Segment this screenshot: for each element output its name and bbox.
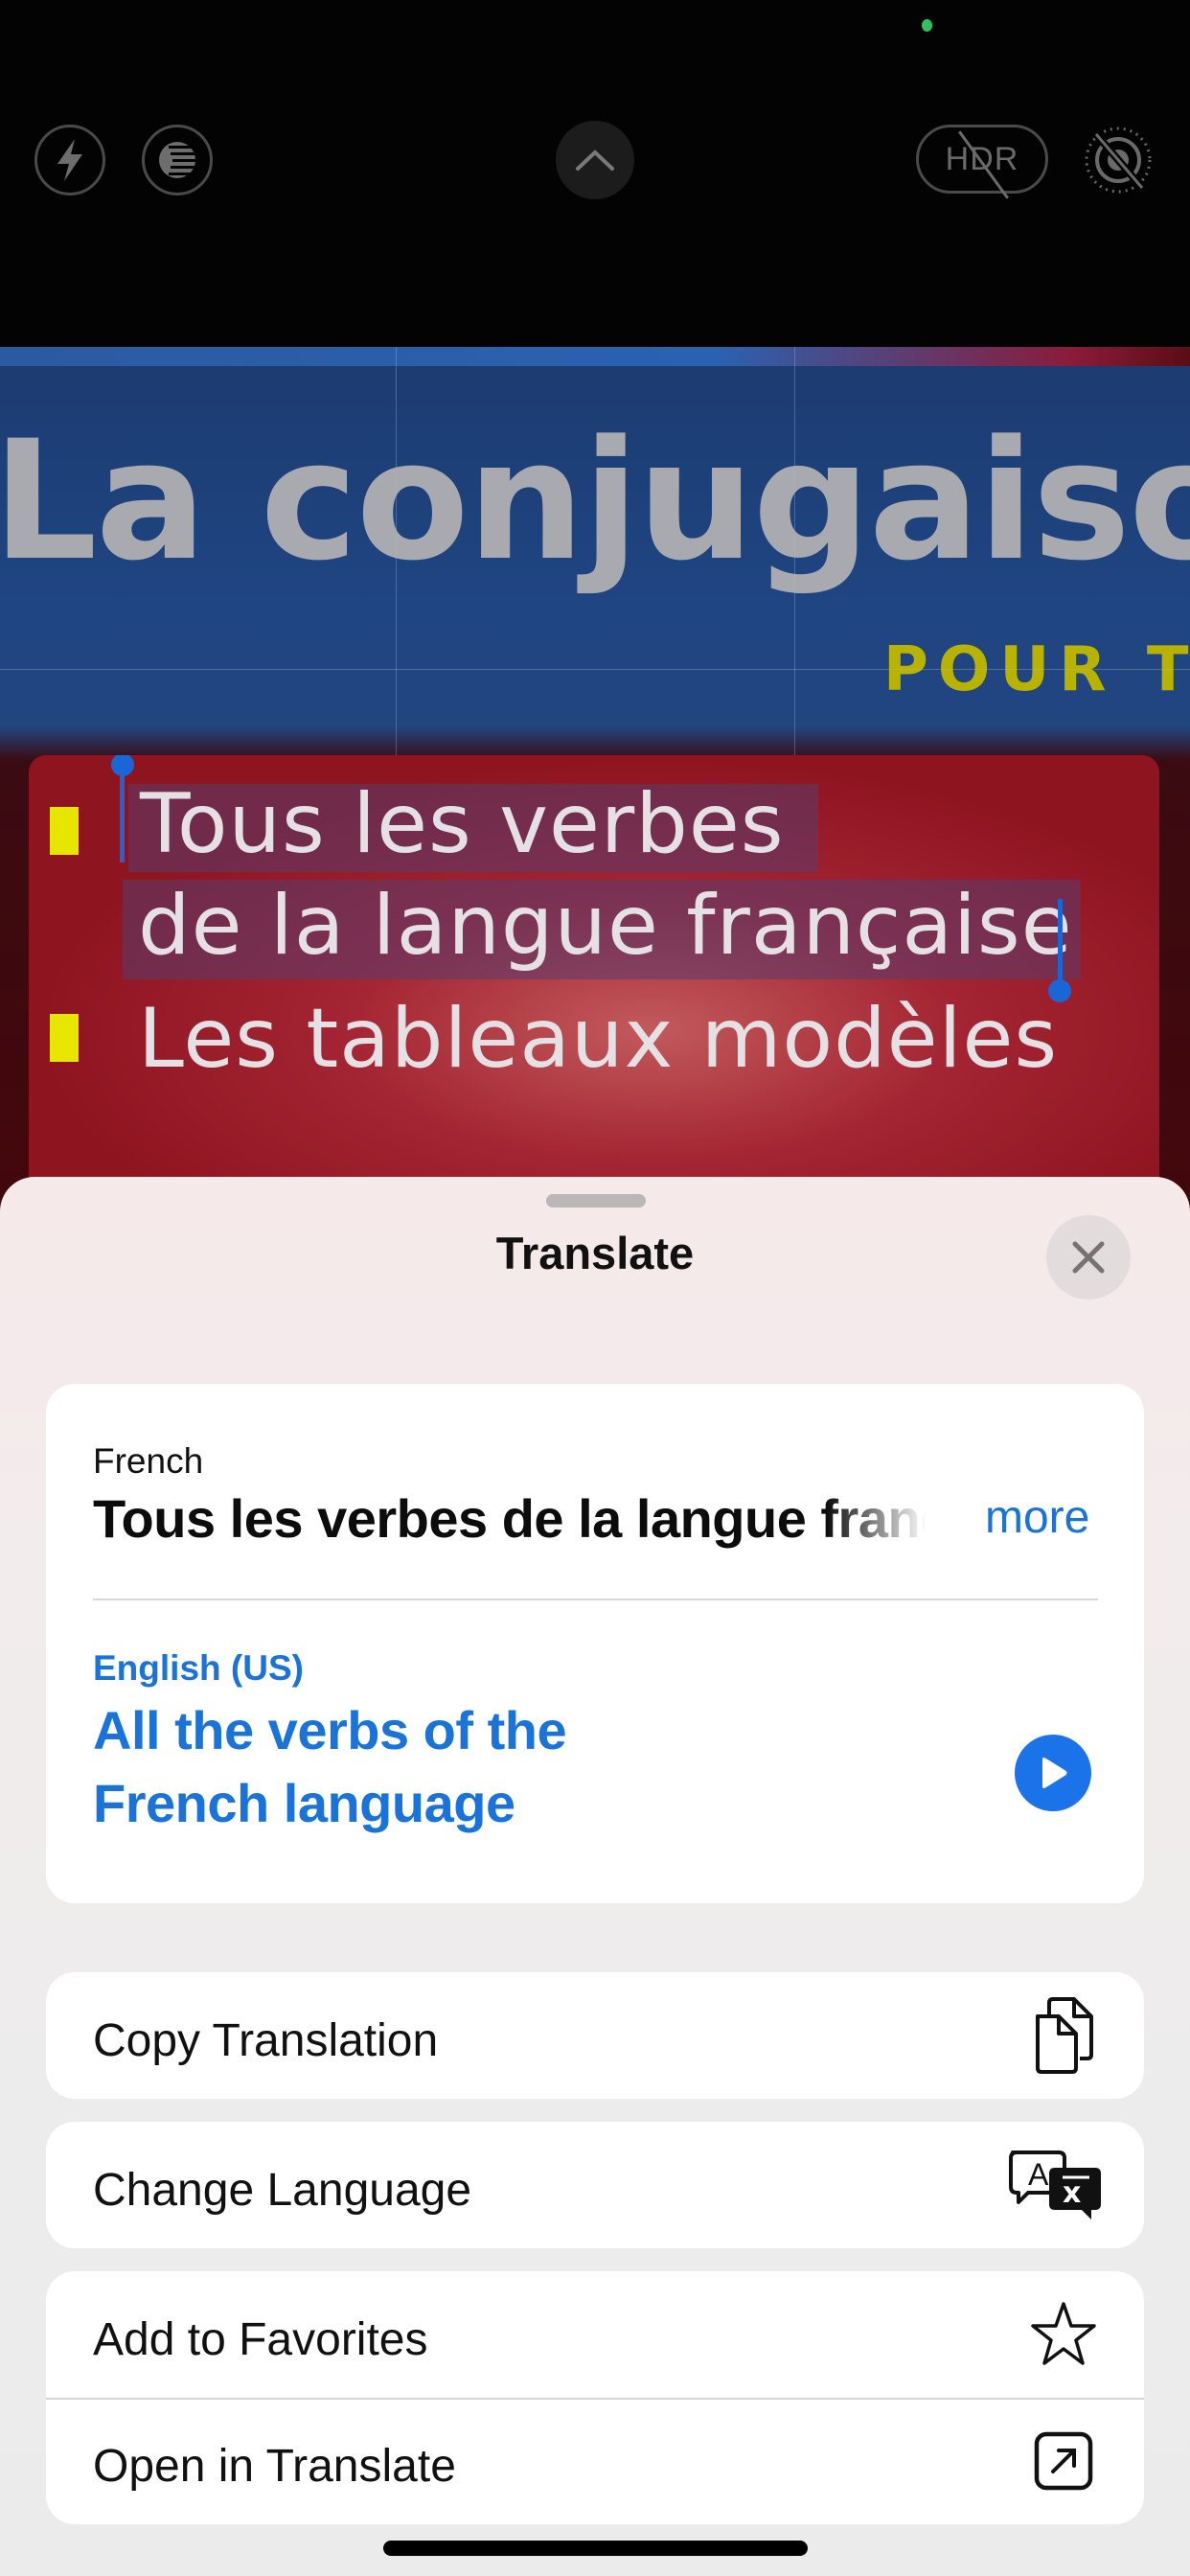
night-mode-button[interactable] bbox=[142, 125, 213, 196]
hdr-toggle-button[interactable]: HDR bbox=[916, 125, 1048, 199]
selection-end-caret bbox=[1058, 899, 1063, 989]
source-text-value: Tous les verbes de la langue française bbox=[93, 1488, 927, 1549]
expand-controls-button[interactable] bbox=[556, 121, 634, 199]
detected-text-region[interactable]: Tous les verbes de la langue française L… bbox=[29, 755, 1159, 1209]
action-label: Open in Translate bbox=[93, 2441, 456, 2492]
action-label: Add to Favorites bbox=[93, 2314, 428, 2365]
svg-text:A: A bbox=[1028, 2157, 1049, 2192]
play-icon bbox=[1042, 1758, 1067, 1788]
translation-card: French Tous les verbes de la langue fran… bbox=[46, 1384, 1144, 1903]
action-label: Copy Translation bbox=[93, 2015, 439, 2066]
card-divider bbox=[93, 1598, 1098, 1600]
open-external-icon bbox=[1034, 2431, 1093, 2491]
live-photo-icon bbox=[159, 142, 195, 178]
home-indicator[interactable] bbox=[383, 2541, 808, 2556]
flash-icon bbox=[57, 139, 82, 181]
selection-start-caret bbox=[120, 763, 125, 862]
sheet-title: Translate bbox=[495, 1228, 695, 1278]
close-button[interactable] bbox=[1046, 1215, 1131, 1300]
detected-text-line[interactable]: Les tableaux modèles bbox=[138, 991, 1058, 1087]
camera-viewfinder[interactable]: La conjugaiso POUR TO Tous les verbes de… bbox=[0, 347, 1190, 1209]
action-group: Add to Favorites Open in Translate bbox=[46, 2271, 1144, 2524]
source-text: Tous les verbes de la langue française bbox=[93, 1487, 927, 1554]
live-photo-off-icon[interactable] bbox=[1083, 125, 1154, 196]
add-to-favorites-button[interactable]: Add to Favorites bbox=[46, 2271, 1144, 2398]
camera-top-bar: HDR bbox=[0, 0, 1190, 347]
grid-line bbox=[0, 669, 1190, 670]
sheet-grabber[interactable] bbox=[546, 1194, 646, 1208]
xmark-icon bbox=[1072, 1241, 1105, 1274]
open-in-translate-button[interactable]: Open in Translate bbox=[46, 2398, 1144, 2524]
hdr-label: HDR bbox=[945, 140, 1019, 177]
cover-subtitle-text: POUR TO bbox=[883, 634, 1190, 705]
translate-sheet: Translate French Tous les verbes de la l… bbox=[0, 1177, 1190, 2576]
target-language-label[interactable]: English (US) bbox=[93, 1648, 304, 1689]
translate-language-icon: A x bbox=[1009, 2150, 1101, 2220]
svg-text:x: x bbox=[1063, 2176, 1081, 2210]
star-icon bbox=[1031, 2302, 1096, 2365]
translated-text: All the verbs of the French language bbox=[93, 1700, 567, 1833]
detected-text-line[interactable]: de la langue française bbox=[138, 878, 1073, 974]
flash-button[interactable] bbox=[34, 125, 105, 196]
action-label: Change Language bbox=[93, 2165, 472, 2216]
copy-translation-button[interactable]: Copy Translation bbox=[46, 1972, 1144, 2099]
source-language-label: French bbox=[93, 1441, 204, 1481]
yellow-bullet bbox=[50, 1014, 79, 1062]
copy-icon bbox=[1036, 1997, 1093, 2074]
change-language-button[interactable]: Change Language A x bbox=[46, 2122, 1144, 2248]
detected-text-line[interactable]: Tous les verbes bbox=[140, 776, 785, 872]
play-pronunciation-button[interactable] bbox=[1015, 1735, 1091, 1811]
yellow-bullet bbox=[50, 807, 79, 855]
selection-end-handle[interactable] bbox=[1048, 979, 1071, 1002]
camera-in-use-indicator bbox=[922, 19, 932, 32]
more-button[interactable]: more bbox=[985, 1491, 1089, 1544]
cover-title-text: La conjugaiso bbox=[0, 404, 1190, 597]
book-cover-edge bbox=[0, 347, 1190, 366]
chevron-up-icon bbox=[576, 150, 614, 171]
